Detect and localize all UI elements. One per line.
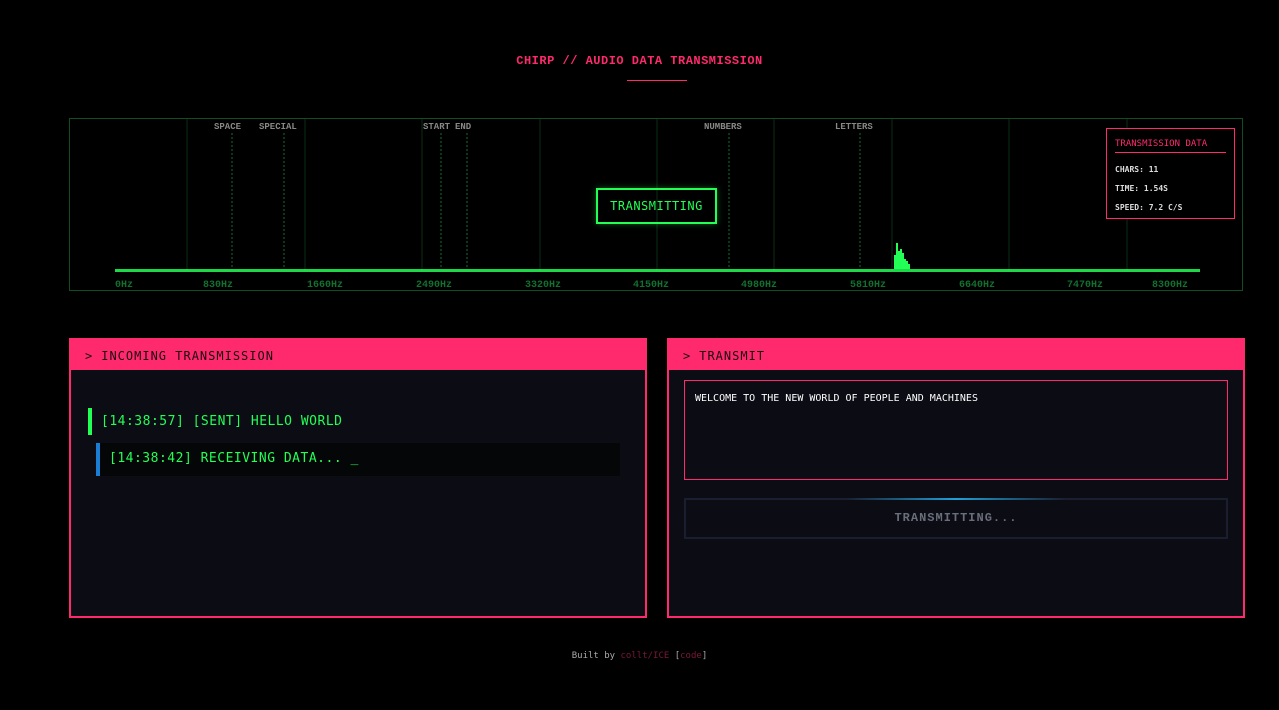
band-label-end: END [455, 122, 472, 132]
freq-label: 2490Hz [416, 280, 452, 290]
footer-bracket: ] [701, 651, 708, 661]
freq-label: 4150Hz [633, 280, 669, 290]
freq-label: 6640Hz [959, 280, 995, 290]
message-input[interactable] [684, 380, 1228, 480]
freq-label: 0Hz [115, 280, 133, 290]
band-label-special: SPECIAL [259, 122, 297, 132]
spectrum-bar [906, 261, 908, 269]
transmit-button-label: TRANSMITTING... [894, 511, 1018, 525]
spectrum-bar [894, 255, 896, 269]
chevron-right-icon: > [85, 349, 94, 363]
freq-label: 830Hz [203, 280, 233, 290]
transmission-data-panel: TRANSMISSION DATA CHARS: 11 TIME: 1.54S … [1106, 128, 1235, 219]
page-title: CHIRP // AUDIO DATA TRANSMISSION [516, 54, 763, 68]
band-label-space: SPACE [214, 122, 242, 132]
spectrum-bar [898, 251, 900, 269]
band-label-numbers: NUMBERS [704, 122, 742, 132]
incoming-title: INCOMING TRANSMISSION [101, 349, 274, 363]
time-readout: TIME: 1.54S [1115, 184, 1168, 193]
freq-label: 5810Hz [850, 280, 886, 290]
freq-label: 3320Hz [525, 280, 561, 290]
freq-label: 7470Hz [1067, 280, 1103, 290]
log-entry-sent: [14:38:57] [SENT] HELLO WORLD [101, 414, 343, 429]
footer: Built by collt/ICE [code] [0, 651, 1279, 661]
button-glow [846, 498, 1066, 500]
spectrum-bar [896, 243, 898, 269]
footer-prefix: Built by [571, 651, 616, 661]
chevron-right-icon: > [683, 349, 692, 363]
speed-readout: SPEED: 7.2 C/S [1115, 203, 1183, 212]
spectrum-bar [900, 249, 902, 269]
transmission-data-heading: TRANSMISSION DATA [1115, 139, 1226, 153]
transmit-title: TRANSMIT [699, 349, 766, 363]
receiving-indicator-bar [96, 443, 100, 476]
code-link[interactable]: code [680, 651, 702, 661]
spectrum-bar [908, 264, 910, 269]
band-label-letters: LETTERS [835, 122, 873, 132]
spectrum-bar [904, 259, 906, 269]
transmitting-status: TRANSMITTING [596, 188, 717, 224]
transmit-panel-header: > TRANSMIT [669, 340, 1243, 370]
freq-label: 4980Hz [741, 280, 777, 290]
title-underline [627, 80, 687, 81]
band-label-start: START [423, 122, 451, 132]
author-link[interactable]: collt/ICE [621, 651, 670, 661]
text-cursor: _ [350, 451, 359, 466]
incoming-panel: > INCOMING TRANSMISSION [69, 338, 647, 618]
receiving-text: [14:38:42] RECEIVING DATA... [109, 451, 343, 466]
spectrum-baseline [115, 269, 1200, 272]
transmit-button[interactable]: TRANSMITTING... [684, 498, 1228, 539]
log-entry-receiving: [14:38:42] RECEIVING DATA... _ [109, 451, 359, 466]
incoming-panel-header: > INCOMING TRANSMISSION [71, 340, 645, 370]
freq-label: 8300Hz [1152, 280, 1188, 290]
sent-indicator-bar [88, 408, 92, 435]
chars-readout: CHARS: 11 [1115, 165, 1159, 174]
freq-label: 1660Hz [307, 280, 343, 290]
spectrum-bar [902, 253, 904, 269]
